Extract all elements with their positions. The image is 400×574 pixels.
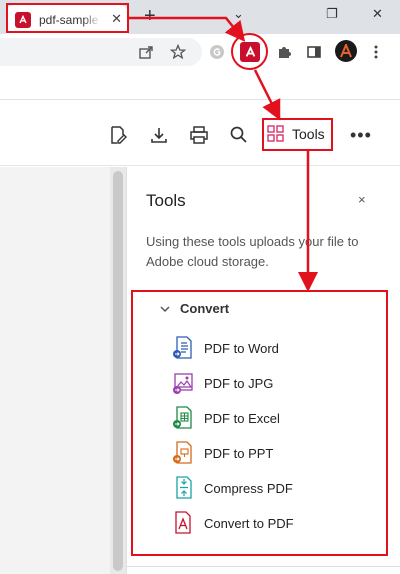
scrollbar-thumb[interactable] bbox=[113, 171, 123, 571]
download-icon[interactable] bbox=[148, 124, 170, 146]
panel-bottom-divider bbox=[127, 566, 400, 567]
edit-sign-icon[interactable] bbox=[107, 124, 129, 146]
acrobat-favicon-icon bbox=[15, 11, 31, 28]
profile-avatar[interactable] bbox=[335, 40, 357, 62]
browser-tab[interactable]: pdf-sample ✕ bbox=[6, 5, 128, 34]
tab-search-icon[interactable]: ⌄ bbox=[233, 6, 244, 22]
print-icon[interactable] bbox=[188, 124, 210, 146]
tab-strip: pdf-sample ✕ + ⌄ ❐ ✕ bbox=[0, 0, 400, 34]
pdf-to-excel-icon bbox=[172, 406, 194, 430]
acrobat-header: Tools ••• bbox=[0, 100, 400, 166]
tool-label: Compress PDF bbox=[204, 480, 293, 496]
panel-close-icon[interactable]: × bbox=[358, 192, 366, 207]
chrome-menu-icon[interactable] bbox=[366, 42, 386, 62]
panel-divider bbox=[126, 167, 127, 574]
close-window-icon[interactable]: ✕ bbox=[372, 6, 383, 22]
tools-button[interactable]: Tools bbox=[266, 122, 325, 146]
tab-title: pdf-sample bbox=[39, 12, 99, 27]
convert-section-header[interactable]: Convert bbox=[160, 301, 229, 316]
more-options-icon[interactable]: ••• bbox=[350, 125, 372, 146]
acrobat-extension-icon[interactable] bbox=[240, 42, 260, 62]
search-icon[interactable] bbox=[228, 124, 250, 146]
tool-pdf-to-word[interactable]: PDF to Word bbox=[172, 335, 279, 361]
tool-compress-pdf[interactable]: Compress PDF bbox=[172, 475, 293, 501]
tool-label: PDF to PPT bbox=[204, 445, 274, 461]
tool-label: Convert to PDF bbox=[204, 515, 294, 531]
tools-button-label: Tools bbox=[292, 126, 325, 142]
tools-grid-icon bbox=[267, 125, 284, 142]
extensions-puzzle-icon[interactable] bbox=[274, 42, 294, 62]
tab-close-icon[interactable]: ✕ bbox=[111, 12, 122, 26]
tool-label: PDF to JPG bbox=[204, 375, 274, 391]
pdf-to-jpg-icon bbox=[172, 371, 194, 395]
pdf-to-ppt-icon bbox=[172, 441, 194, 465]
tool-label: PDF to Excel bbox=[204, 410, 280, 426]
restore-window-icon[interactable]: ❐ bbox=[326, 6, 338, 22]
bookmarks-bar bbox=[0, 70, 400, 100]
tool-convert-to-pdf[interactable]: Convert to PDF bbox=[172, 510, 294, 536]
compress-pdf-icon bbox=[172, 476, 194, 500]
bookmark-star-icon[interactable] bbox=[168, 42, 188, 62]
convert-to-pdf-icon bbox=[172, 511, 194, 535]
tool-label: PDF to Word bbox=[204, 340, 279, 356]
document-scrollbar[interactable] bbox=[110, 167, 126, 574]
tool-pdf-to-excel[interactable]: PDF to Excel bbox=[172, 405, 280, 431]
tool-pdf-to-jpg[interactable]: PDF to JPG bbox=[172, 370, 273, 396]
share-icon[interactable] bbox=[136, 42, 156, 62]
new-tab-button[interactable]: + bbox=[144, 6, 156, 26]
convert-section-label: Convert bbox=[180, 301, 230, 316]
grammarly-icon[interactable] bbox=[207, 42, 227, 62]
pdf-to-word-icon bbox=[172, 336, 194, 360]
panel-title: Tools bbox=[146, 191, 186, 210]
side-panel-icon[interactable] bbox=[304, 42, 324, 62]
tool-pdf-to-ppt[interactable]: PDF to PPT bbox=[172, 440, 273, 466]
document-view[interactable] bbox=[0, 167, 110, 574]
chevron-down-icon bbox=[160, 305, 170, 312]
panel-description: Using these tools uploads your file to A… bbox=[146, 234, 359, 269]
